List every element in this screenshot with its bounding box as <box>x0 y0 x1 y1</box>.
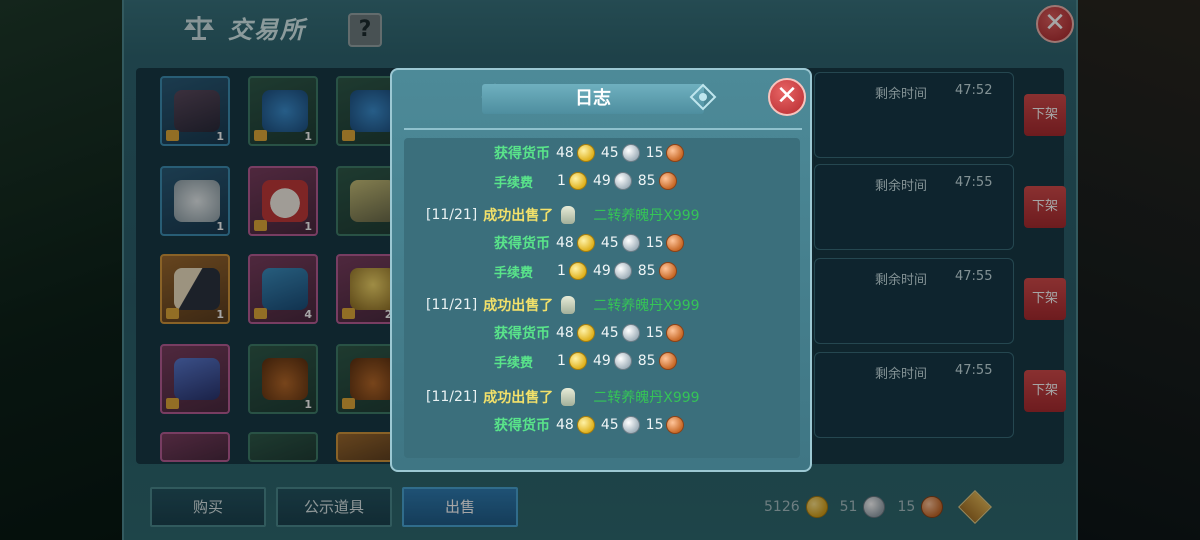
silver-coin-icon <box>621 416 640 434</box>
log-list[interactable]: 获得货币 48 45 15 手续费 1 49 85 [11/21] 成功出售了 … <box>404 138 800 458</box>
dialog-title-band: 日志 <box>482 84 704 114</box>
bronze-value: 15 <box>645 325 664 341</box>
silver-coin-icon <box>613 172 632 190</box>
potion-bottle-icon <box>561 388 576 406</box>
silver-value: 49 <box>592 353 611 369</box>
bronze-value: 15 <box>645 145 664 161</box>
income-line: 获得货币 48 45 15 <box>404 322 800 344</box>
silver-value: 45 <box>600 417 619 433</box>
silver-coin-icon <box>621 324 640 342</box>
silver-value: 45 <box>600 235 619 251</box>
income-line: 获得货币 48 45 15 <box>404 414 800 436</box>
bronze-value: 85 <box>637 173 656 189</box>
gold-coin-icon <box>576 144 595 162</box>
gold-value: 48 <box>556 325 574 341</box>
bronze-coin-icon <box>666 324 685 342</box>
bronze-value: 15 <box>645 235 664 251</box>
sold-label: 成功出售了 <box>483 390 554 406</box>
gold-coin-icon <box>576 324 595 342</box>
sale-date: [11/21] <box>426 389 478 405</box>
income-label: 获得货币 <box>494 418 550 434</box>
dialog-title: 日志 <box>575 88 611 109</box>
gold-value: 1 <box>557 173 566 189</box>
sale-line: [11/21] 成功出售了 二转养魄丹X999 <box>404 386 800 408</box>
sold-item-name: 二转养魄丹X999 <box>593 390 700 406</box>
bronze-coin-icon <box>666 234 685 252</box>
income-label: 获得货币 <box>494 326 550 342</box>
silver-value: 49 <box>592 173 611 189</box>
gold-coin-icon <box>568 352 587 370</box>
sold-label: 成功出售了 <box>483 298 554 314</box>
bronze-value: 15 <box>645 417 664 433</box>
bronze-coin-icon <box>658 172 677 190</box>
sale-line: [11/21] 成功出售了 二转养魄丹X999 <box>404 294 800 316</box>
bronze-value: 85 <box>637 263 656 279</box>
close-log-button[interactable]: ✕ <box>768 78 806 116</box>
ornament-icon <box>689 83 717 111</box>
divider <box>404 128 802 130</box>
bronze-coin-icon <box>658 262 677 280</box>
bronze-coin-icon <box>666 416 685 434</box>
log-dialog: 日志 ✕ 获得货币 48 45 15 手续费 1 49 85 [11/21] 成… <box>390 68 812 472</box>
fee-line: 手续费 1 49 85 <box>404 260 800 282</box>
silver-coin-icon <box>621 144 640 162</box>
gold-coin-icon <box>576 234 595 252</box>
bronze-coin-icon <box>658 352 677 370</box>
sold-item-name: 二转养魄丹X999 <box>593 298 700 314</box>
fee-label: 手续费 <box>494 175 534 191</box>
gold-coin-icon <box>576 416 595 434</box>
potion-bottle-icon <box>561 296 576 314</box>
silver-value: 45 <box>600 325 619 341</box>
fee-label: 手续费 <box>494 265 534 281</box>
income-label: 获得货币 <box>494 236 550 252</box>
sold-item-name: 二转养魄丹X999 <box>593 208 700 224</box>
fee-label: 手续费 <box>494 355 534 371</box>
silver-value: 49 <box>592 263 611 279</box>
game-screen: 交易所 ? ✕ 1 1 1 1 1 4 1 剩余时间 47:52 下架 剩余时间… <box>0 0 1200 540</box>
silver-value: 45 <box>600 145 619 161</box>
bronze-value: 85 <box>637 353 656 369</box>
gold-coin-icon <box>568 172 587 190</box>
income-line: 获得货币 48 45 15 <box>404 232 800 254</box>
gold-value: 1 <box>557 263 566 279</box>
silver-coin-icon <box>613 352 632 370</box>
sale-date: [11/21] <box>426 207 478 223</box>
sale-line: [11/21] 成功出售了 二转养魄丹X999 <box>404 204 800 226</box>
gold-value: 1 <box>557 353 566 369</box>
income-label: 获得货币 <box>494 146 550 162</box>
gold-value: 48 <box>556 235 574 251</box>
sale-date: [11/21] <box>426 297 478 313</box>
gold-value: 48 <box>556 417 574 433</box>
income-line: 获得货币 48 45 15 <box>404 142 800 164</box>
silver-coin-icon <box>621 234 640 252</box>
fee-line: 手续费 1 49 85 <box>404 170 800 192</box>
bronze-coin-icon <box>666 144 685 162</box>
sold-label: 成功出售了 <box>483 208 554 224</box>
silver-coin-icon <box>613 262 632 280</box>
fee-line: 手续费 1 49 85 <box>404 350 800 372</box>
gold-coin-icon <box>568 262 587 280</box>
gold-value: 48 <box>556 145 574 161</box>
potion-bottle-icon <box>561 206 576 224</box>
